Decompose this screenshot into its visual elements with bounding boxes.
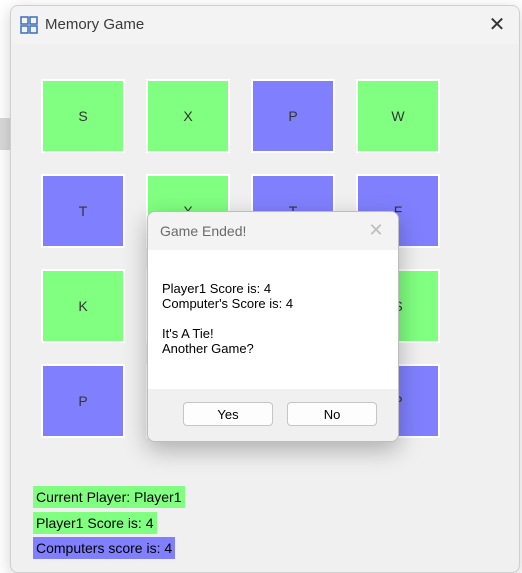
title-bar[interactable]: Memory Game ✕ [11, 6, 519, 44]
dialog-title: Game Ended! [160, 223, 247, 239]
dialog-line: It's A Tie! [162, 326, 214, 341]
memory-card[interactable]: K [41, 269, 125, 343]
dialog-line [162, 311, 293, 326]
memory-game-app-icon [20, 16, 38, 34]
close-icon[interactable]: ✕ [485, 13, 509, 37]
memory-card[interactable]: P [41, 364, 125, 438]
memory-card[interactable]: T [41, 174, 125, 248]
dialog-close-icon: ✕ [368, 220, 384, 240]
memory-card[interactable]: P [251, 79, 335, 153]
computer-score-label: Computers score is: 4 [33, 537, 176, 559]
memory-card[interactable]: W [356, 79, 440, 153]
dialog-line: Computer's Score is: 4 [162, 296, 294, 311]
dialog-title-bar[interactable]: Game Ended! ✕ [148, 212, 398, 250]
dialog-button-bar: Yes No [148, 389, 398, 441]
memory-card[interactable]: X [146, 79, 230, 153]
dialog-line: Another Game? [162, 341, 254, 356]
game-ended-dialog: Game Ended! ✕ Player1 Score is: 4 Comput… [147, 211, 399, 442]
no-button[interactable]: No [287, 402, 377, 426]
current-player-label: Current Player: Player1 [33, 486, 185, 508]
window-title: Memory Game [45, 16, 145, 33]
memory-card[interactable]: S [41, 79, 125, 153]
yes-button[interactable]: Yes [183, 402, 273, 426]
dialog-line: Player1 Score is: 4 [162, 281, 272, 296]
player1-score-label: Player1 Score is: 4 [33, 512, 157, 534]
background-window-edge [0, 118, 10, 150]
dialog-message: Player1 Score is: 4 Computer's Score is:… [162, 281, 293, 356]
